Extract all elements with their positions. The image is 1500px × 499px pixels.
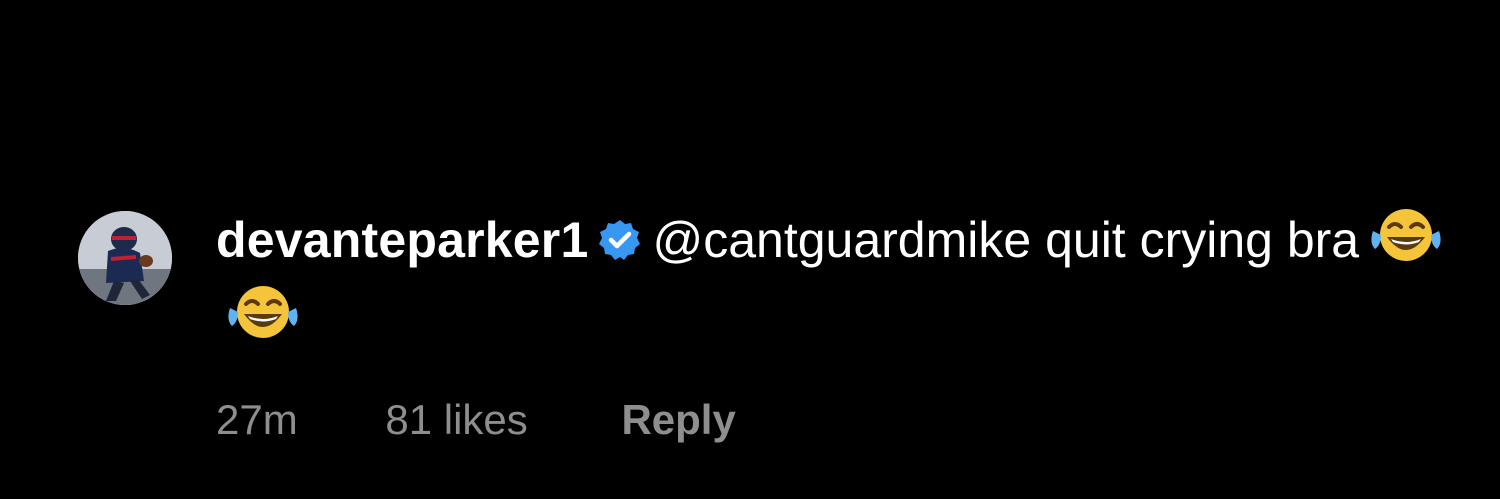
reply-button[interactable]: Reply xyxy=(621,395,735,445)
likes-count[interactable]: 81 likes xyxy=(385,395,527,445)
comment-message: quit crying bra xyxy=(1031,212,1360,268)
mention-link[interactable]: @cantguardmike xyxy=(652,212,1031,268)
comment-body: devanteparker1 @cantguardmike quit crying… xyxy=(216,205,1456,443)
comment-text: devanteparker1 @cantguardmike quit crying… xyxy=(216,205,1456,359)
avatar[interactable] xyxy=(78,211,172,305)
timestamp: 27m xyxy=(216,396,298,443)
username-link[interactable]: devanteparker1 xyxy=(216,212,588,268)
avatar-photo-icon xyxy=(78,211,172,305)
tears-of-joy-icon xyxy=(1367,205,1445,282)
tears-of-joy-icon xyxy=(224,282,302,359)
comment-meta: 27m 81 likes Reply xyxy=(216,395,736,445)
comment: devanteparker1 @cantguardmike quit crying… xyxy=(78,205,1478,465)
verified-badge-icon xyxy=(598,213,642,277)
